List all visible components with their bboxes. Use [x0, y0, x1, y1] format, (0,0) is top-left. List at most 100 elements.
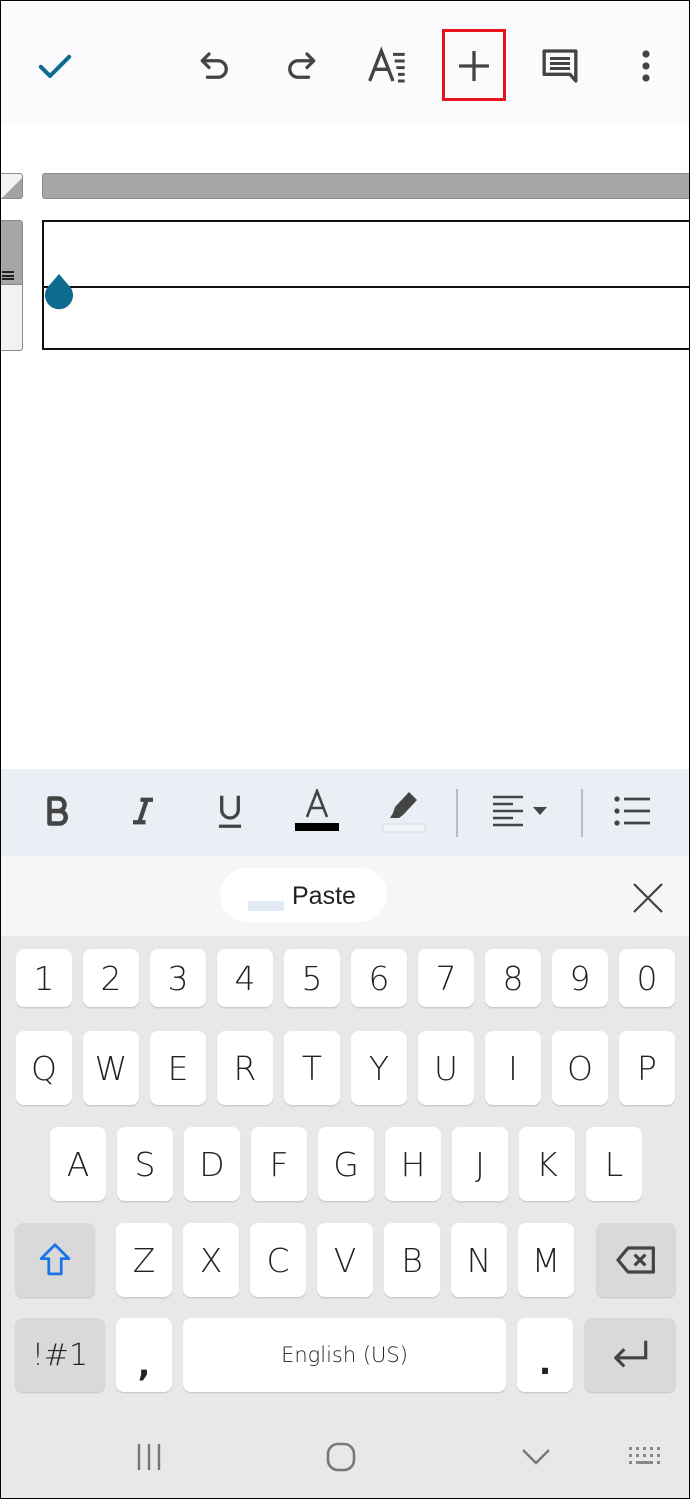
table-row-header[interactable] — [1, 220, 23, 351]
clipboard-thumbnail — [248, 883, 284, 911]
key-n[interactable]: N — [451, 1223, 507, 1297]
key-d[interactable]: D — [184, 1127, 240, 1201]
enter-icon — [614, 1340, 648, 1368]
enter-key[interactable] — [584, 1318, 676, 1392]
table-cell[interactable] — [44, 222, 689, 286]
key-g[interactable]: G — [318, 1127, 374, 1201]
key-label: A — [66, 1144, 90, 1184]
text-color-button[interactable] — [289, 783, 345, 839]
paste-label: Paste — [292, 882, 356, 910]
redo-button[interactable] — [269, 31, 333, 101]
key-o[interactable]: O — [552, 1031, 608, 1105]
key-label: T — [301, 1048, 323, 1088]
key-4[interactable]: 4 — [217, 949, 273, 1007]
comment-icon — [542, 49, 578, 83]
key-q[interactable]: Q — [16, 1031, 72, 1105]
key-x[interactable]: X — [183, 1223, 239, 1297]
more-options-button[interactable] — [614, 31, 678, 101]
highlight-color-button[interactable] — [376, 783, 432, 839]
table-cell[interactable] — [44, 286, 689, 350]
key-j[interactable]: J — [452, 1127, 508, 1201]
key-3[interactable]: 3 — [150, 949, 206, 1007]
keyboard-switch-button[interactable] — [615, 1434, 675, 1480]
recents-icon — [137, 1444, 161, 1470]
key-6[interactable]: 6 — [351, 949, 407, 1007]
bulleted-list-button[interactable] — [605, 783, 661, 839]
key-r[interactable]: R — [217, 1031, 273, 1105]
key-label: 1 — [33, 958, 55, 998]
italic-button[interactable] — [115, 783, 171, 839]
key-y[interactable]: Y — [351, 1031, 407, 1105]
key-9[interactable]: 9 — [552, 949, 608, 1007]
key-0[interactable]: 0 — [619, 949, 675, 1007]
key-v[interactable]: V — [317, 1223, 373, 1297]
backspace-key[interactable] — [596, 1223, 676, 1297]
key-label: S — [134, 1144, 156, 1184]
key-label: L — [604, 1144, 624, 1184]
recents-button[interactable] — [119, 1434, 179, 1480]
key-label: M — [531, 1240, 561, 1280]
key-w[interactable]: W — [83, 1031, 139, 1105]
key-e[interactable]: E — [150, 1031, 206, 1105]
key-2[interactable]: 2 — [83, 949, 139, 1007]
row-drag-grip-icon[interactable] — [2, 271, 14, 280]
italic-icon — [133, 797, 153, 825]
comma-key[interactable]: , — [116, 1318, 172, 1392]
plus-icon — [459, 51, 489, 81]
more-vertical-icon — [642, 50, 650, 82]
key-b[interactable]: B — [384, 1223, 440, 1297]
key-f[interactable]: F — [251, 1127, 307, 1201]
home-icon — [326, 1442, 356, 1472]
text-cursor-handle-icon[interactable] — [41, 271, 77, 315]
highlighter-icon — [382, 792, 426, 833]
close-icon[interactable] — [626, 876, 670, 920]
key-s[interactable]: S — [117, 1127, 173, 1201]
text-format-button[interactable] — [356, 31, 420, 101]
shift-key[interactable] — [15, 1223, 95, 1297]
top-toolbar — [1, 1, 689, 125]
space-key-label: English (US) — [281, 1343, 408, 1367]
table-select-all-handle[interactable] — [1, 173, 23, 199]
key-h[interactable]: H — [385, 1127, 441, 1201]
format-separator — [456, 789, 458, 837]
key-a[interactable]: A — [50, 1127, 106, 1201]
key-l[interactable]: L — [586, 1127, 642, 1201]
key-t[interactable]: T — [284, 1031, 340, 1105]
insert-button[interactable] — [442, 31, 506, 101]
key-5[interactable]: 5 — [284, 949, 340, 1007]
hide-keyboard-button[interactable] — [506, 1434, 566, 1480]
key-1[interactable]: 1 — [16, 949, 72, 1007]
key-p[interactable]: P — [619, 1031, 675, 1105]
align-button[interactable] — [491, 783, 553, 839]
key-label: V — [333, 1240, 357, 1280]
home-button[interactable] — [311, 1434, 371, 1480]
bullet-list-icon — [614, 796, 650, 826]
paste-button[interactable]: Paste — [220, 868, 387, 922]
comment-button[interactable] — [528, 31, 592, 101]
key-z[interactable]: Z — [116, 1223, 172, 1297]
key-7[interactable]: 7 — [418, 949, 474, 1007]
key-label: 9 — [569, 958, 591, 998]
key-c[interactable]: C — [250, 1223, 306, 1297]
key-k[interactable]: K — [519, 1127, 575, 1201]
bold-button[interactable] — [29, 783, 85, 839]
confirm-button[interactable] — [23, 31, 87, 101]
symbols-key-label: !#1 — [31, 1337, 89, 1373]
key-label: K — [536, 1144, 558, 1184]
symbols-key[interactable]: !#1 — [15, 1318, 105, 1392]
key-u[interactable]: U — [418, 1031, 474, 1105]
key-m[interactable]: M — [518, 1223, 574, 1297]
table-column-header[interactable] — [42, 173, 689, 199]
document-canvas[interactable] — [1, 125, 689, 769]
keyboard-icon — [629, 1447, 660, 1464]
key-8[interactable]: 8 — [485, 949, 541, 1007]
key-label: F — [269, 1144, 289, 1184]
undo-button[interactable] — [183, 31, 247, 101]
align-left-icon — [493, 795, 547, 827]
underline-button[interactable] — [202, 783, 258, 839]
key-label: J — [475, 1144, 485, 1184]
key-i[interactable]: I — [485, 1031, 541, 1105]
backspace-icon — [616, 1246, 655, 1274]
space-key[interactable]: English (US) — [183, 1318, 506, 1392]
period-key[interactable]: . — [517, 1318, 573, 1392]
